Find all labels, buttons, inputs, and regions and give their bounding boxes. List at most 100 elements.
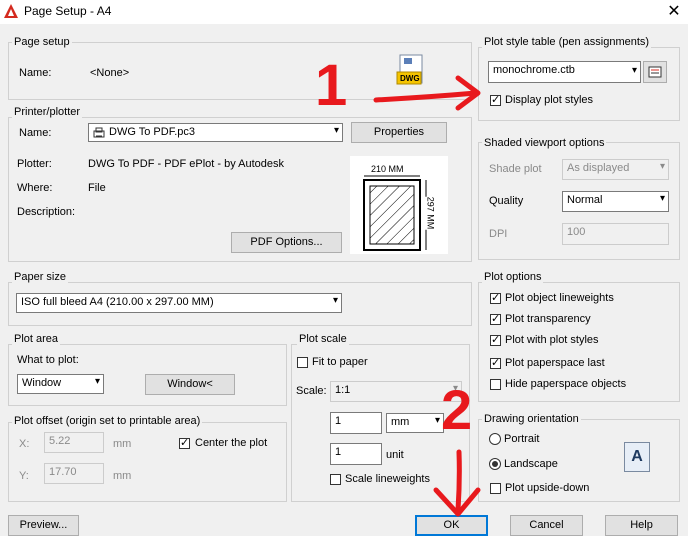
display-plot-styles-label: Display plot styles [505, 94, 594, 106]
printer-name-value: DWG To PDF.pc3 [109, 126, 195, 138]
close-icon[interactable]: ✕ [664, 1, 684, 21]
plotter-value: DWG To PDF - PDF ePlot - by Autodesk [88, 158, 285, 170]
shade-plot-label: Shade plot [489, 163, 542, 175]
scale-unit-select[interactable]: mm ▾ [386, 413, 444, 433]
drawing-orientation-heading: Drawing orientation [482, 413, 581, 425]
chevron-down-icon: ▾ [332, 295, 338, 306]
what-to-plot-select[interactable]: Window ▾ [17, 374, 104, 394]
plot-option-checkbox[interactable]: ✓ [490, 358, 501, 369]
center-plot-label: Center the plot [195, 437, 268, 449]
page-setup-heading: Page setup [12, 36, 72, 48]
paper-size-heading: Paper size [12, 271, 68, 283]
edit-plot-style-button[interactable] [643, 61, 667, 83]
chevron-down-icon: ▾ [333, 125, 339, 136]
plot-upside-down-checkbox[interactable] [490, 483, 501, 494]
help-button[interactable]: Help [605, 515, 678, 536]
dwg-file-icon: DWG [396, 54, 426, 86]
fit-to-paper-label: Fit to paper [312, 356, 368, 368]
shade-plot-select[interactable]: As displayed ▾ [562, 159, 669, 180]
quality-label: Quality [489, 195, 524, 207]
scale-label: Scale: [296, 385, 327, 397]
plot-option-label: Plot paperspace last [505, 357, 605, 369]
printer-plotter-heading: Printer/plotter [12, 106, 83, 118]
offset-y-input[interactable]: 17.70 [44, 463, 104, 484]
portrait-label: Portrait [504, 433, 540, 445]
plot-scale-heading: Plot scale [297, 333, 349, 345]
what-to-plot-label: What to plot: [17, 354, 79, 366]
autocad-logo-icon [4, 4, 18, 18]
plot-area-heading: Plot area [12, 333, 61, 345]
shade-plot-value: As displayed [567, 162, 630, 174]
plot-option-checkbox[interactable]: ✓ [490, 335, 501, 346]
window-pick-button[interactable]: Window< [145, 374, 235, 395]
quality-select[interactable]: Normal ▾ [562, 191, 669, 212]
offset-x-unit: mm [113, 438, 132, 450]
dwg-icon-label: DWG [400, 74, 420, 83]
offset-x-label: X: [19, 438, 30, 450]
chevron-down-icon: ▾ [631, 65, 637, 76]
chevron-down-icon: ▾ [434, 415, 440, 426]
plot-style-select[interactable]: monochrome.ctb ▾ [488, 61, 641, 83]
offset-y-unit: mm [113, 470, 132, 482]
plot-style-value: monochrome.ctb [493, 64, 575, 76]
where-value: File [88, 182, 106, 194]
page-setup-name-value: <None> [90, 67, 130, 79]
portrait-radio[interactable] [489, 433, 501, 445]
plot-style-group [478, 47, 680, 121]
offset-y-label: Y: [19, 470, 29, 482]
scale-lineweights-checkbox[interactable] [330, 474, 341, 485]
plot-upside-down-label: Plot upside-down [505, 482, 590, 494]
title-bar: Page Setup - A4 ✕ [0, 0, 688, 24]
what-to-plot-value: Window [22, 377, 62, 389]
preview-button[interactable]: Preview... [8, 515, 79, 536]
paper-height-label: 297 MM [425, 196, 436, 230]
paper-preview: 210 MM 297 MM [350, 156, 448, 254]
ok-button[interactable]: OK [415, 515, 488, 536]
center-plot-checkbox[interactable]: ✓ [179, 438, 190, 449]
properties-button[interactable]: Properties [351, 122, 447, 143]
scale-value1-input[interactable]: 1 [330, 412, 382, 434]
chevron-down-icon: ▾ [94, 376, 100, 387]
paper-width-label: 210 MM [370, 164, 405, 174]
scale-value: 1:1 [335, 384, 351, 396]
paper-size-select[interactable]: ISO full bleed A4 (210.00 x 297.00 MM) ▾ [16, 293, 342, 313]
plot-option-label: Plot object lineweights [505, 292, 614, 304]
cancel-button[interactable]: Cancel [510, 515, 583, 536]
plot-option-label: Hide paperspace objects [505, 378, 627, 390]
printer-name-label: Name: [19, 127, 52, 139]
landscape-radio[interactable] [489, 458, 501, 470]
plot-offset-heading: Plot offset (origin set to printable are… [12, 415, 203, 427]
printer-name-select[interactable]: DWG To PDF.pc3 ▾ [88, 123, 343, 142]
window-title: Page Setup - A4 [24, 4, 112, 18]
plot-style-edit-icon [648, 66, 662, 78]
where-label: Where: [17, 182, 53, 194]
scale-unit2-label: unit [386, 449, 404, 461]
plot-option-label: Plot transparency [505, 313, 591, 325]
landscape-label: Landscape [504, 458, 558, 470]
quality-value: Normal [567, 194, 603, 206]
offset-x-input[interactable]: 5.22 [44, 432, 104, 453]
pdf-options-button[interactable]: PDF Options... [231, 232, 342, 253]
dpi-label: DPI [489, 228, 508, 240]
plot-option-checkbox[interactable] [490, 379, 501, 390]
scale-value2-input[interactable]: 1 [330, 443, 382, 465]
chevron-down-icon: ▾ [659, 161, 665, 172]
fit-to-paper-checkbox[interactable] [297, 357, 308, 368]
description-label: Description: [17, 206, 76, 218]
shaded-viewport-heading: Shaded viewport options [482, 137, 607, 149]
plot-option-label: Plot with plot styles [505, 334, 599, 346]
page-setup-name-label: Name: [19, 67, 52, 79]
plot-options-heading: Plot options [482, 271, 544, 283]
scale-lineweights-label: Scale lineweights [345, 473, 430, 485]
scale-select[interactable]: 1:1 ▾ [330, 381, 462, 402]
plot-option-checkbox[interactable]: ✓ [490, 293, 501, 304]
orientation-preview-icon: A [624, 442, 650, 472]
plot-option-checkbox[interactable]: ✓ [490, 314, 501, 325]
display-plot-styles-checkbox[interactable]: ✓ [490, 95, 501, 106]
dpi-input[interactable]: 100 [562, 223, 669, 245]
plotter-icon [93, 127, 105, 138]
scale-unit-value: mm [391, 416, 410, 428]
chevron-down-icon: ▾ [659, 193, 665, 204]
plot-style-heading: Plot style table (pen assignments) [482, 36, 652, 48]
plotter-label: Plotter: [17, 158, 52, 170]
